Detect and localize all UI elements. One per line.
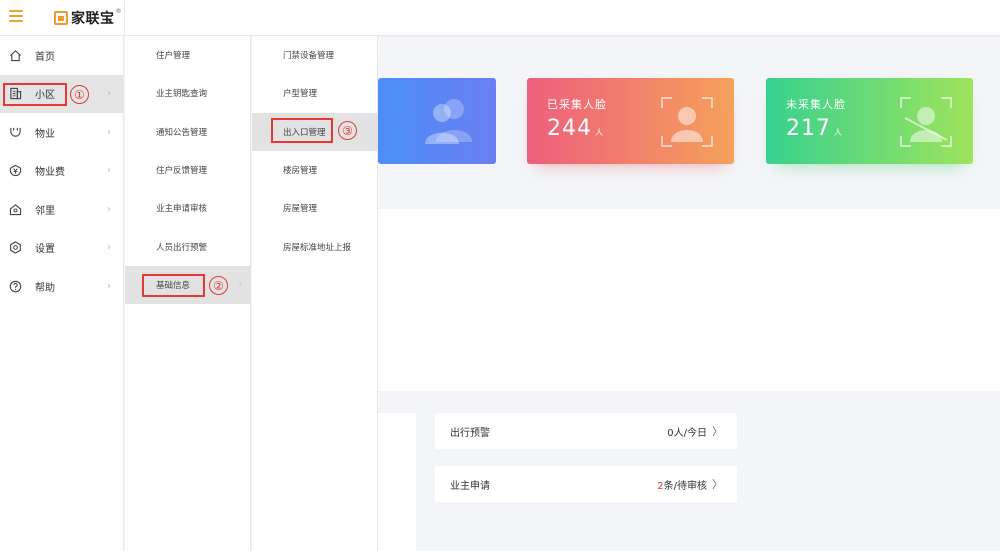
chevron-right-icon: › bbox=[107, 126, 111, 138]
chevron-right-icon: › bbox=[107, 203, 111, 215]
submenu-item-resident-management[interactable]: 住户管理 bbox=[125, 36, 250, 74]
stat-card-value: 244 人 bbox=[547, 116, 604, 141]
sidebar-item-neighbor[interactable]: 邻里 › bbox=[0, 190, 123, 229]
sidebar-item-property-fee[interactable]: 物业费 › bbox=[0, 152, 123, 191]
submenu-item-unit-type[interactable]: 户型管理 bbox=[252, 74, 377, 112]
sidebar-item-community[interactable]: 小区 › bbox=[0, 74, 123, 113]
submenu-item-travel-warning[interactable]: 人员出行预警 bbox=[125, 227, 250, 265]
submenu-item-label: 楼房管理 bbox=[283, 166, 318, 177]
settings-icon bbox=[8, 241, 22, 255]
submenu-item-label: 住户管理 bbox=[156, 51, 191, 62]
chevron-right-icon: › bbox=[238, 279, 242, 290]
annotation-step-3: ③ bbox=[338, 121, 357, 140]
stat-card-title: 未采集人脸 bbox=[786, 98, 846, 111]
sidebar-item-home[interactable]: 首页 bbox=[0, 36, 123, 75]
pending-suffix: 条/待审核 bbox=[663, 480, 707, 492]
submenu-item-access-device[interactable]: 门禁设备管理 bbox=[252, 36, 377, 74]
submenu-item-label: 基础信息 bbox=[156, 280, 191, 291]
chevron-right-icon: 〉 bbox=[712, 425, 723, 438]
owner-apply-row[interactable]: 业主申请 2条/待审核 〉 bbox=[435, 466, 737, 502]
stat-card-total[interactable] bbox=[378, 78, 496, 164]
main-sidebar: 首页 小区 › 物业 › 物业费 › 邻里 › 设置 › 帮助 › bbox=[0, 36, 124, 551]
submenu-item-label: 业主申请审核 bbox=[156, 204, 208, 215]
submenu-item-owner-apply-review[interactable]: 业主申请审核 bbox=[125, 189, 250, 227]
community-icon bbox=[8, 87, 22, 101]
submenu-item-owner-key-query[interactable]: 业主钥匙查询 bbox=[125, 74, 250, 112]
content-panel bbox=[378, 209, 1000, 391]
neighbor-icon bbox=[8, 202, 22, 216]
stat-card-uncollected-faces[interactable]: 未采集人脸 217 人 bbox=[766, 78, 973, 164]
submenu-item-entrance-management[interactable]: 出入口管理 bbox=[252, 112, 377, 151]
owner-apply-value: 2条/待审核 bbox=[657, 477, 707, 492]
info-row-label: 业主申请 bbox=[450, 480, 490, 492]
uncollected-count: 217 bbox=[786, 116, 831, 141]
submenu-item-label: 门禁设备管理 bbox=[283, 51, 335, 62]
brand-house-icon bbox=[54, 11, 68, 25]
sidebar-item-label: 首页 bbox=[35, 51, 55, 63]
sidebar-item-label: 设置 bbox=[35, 244, 55, 256]
stat-unit: 人 bbox=[834, 128, 843, 137]
submenu-item-label: 通知公告管理 bbox=[156, 127, 208, 138]
submenu-item-label: 住户反馈管理 bbox=[156, 166, 208, 177]
sidebar-item-label: 物业费 bbox=[35, 167, 65, 179]
top-bar: 家联宝 ® bbox=[0, 0, 1000, 36]
submenu-item-label: 户型管理 bbox=[283, 89, 318, 100]
menu-toggle-icon[interactable] bbox=[9, 10, 23, 22]
brand-registered-mark: ® bbox=[115, 7, 122, 15]
submenu-item-label: 人员出行预警 bbox=[156, 242, 208, 253]
chevron-right-icon: › bbox=[107, 242, 111, 254]
info-row-label: 出行预警 bbox=[450, 427, 490, 439]
basic-info-submenu: 门禁设备管理 户型管理 出入口管理 楼房管理 房屋管理 房屋标准地址上报 bbox=[252, 36, 378, 551]
home-icon bbox=[8, 48, 22, 62]
travel-warning-row[interactable]: 出行预警 0人/今日 〉 bbox=[435, 413, 737, 449]
submenu-item-label: 出入口管理 bbox=[283, 127, 326, 138]
submenu-item-label: 房屋管理 bbox=[283, 204, 318, 215]
annotation-step-1: ① bbox=[70, 85, 89, 104]
submenu-item-house-management[interactable]: 房屋管理 bbox=[252, 189, 377, 227]
sidebar-item-settings[interactable]: 设置 › bbox=[0, 229, 123, 268]
travel-warning-value: 0人/今日 bbox=[667, 427, 707, 439]
top-bar-divider bbox=[124, 0, 125, 36]
collected-count: 244 bbox=[547, 116, 592, 141]
chevron-right-icon: › bbox=[107, 165, 111, 177]
face-unrecognized-icon bbox=[900, 97, 952, 147]
stat-card-title: 已采集人脸 bbox=[547, 98, 607, 111]
chevron-right-icon: › bbox=[107, 88, 111, 100]
community-submenu: 住户管理 业主钥匙查询 通知公告管理 住户反馈管理 业主申请审核 人员出行预警 … bbox=[125, 36, 251, 551]
annotation-step-2: ② bbox=[209, 276, 228, 295]
property-icon bbox=[8, 125, 22, 139]
users-icon bbox=[425, 99, 472, 144]
brand-name: 家联宝 bbox=[71, 11, 115, 27]
submenu-item-label: 业主钥匙查询 bbox=[156, 89, 208, 100]
sidebar-item-help[interactable]: 帮助 › bbox=[0, 267, 123, 306]
sidebar-item-label: 物业 bbox=[35, 128, 55, 140]
submenu-item-label: 房屋标准地址上报 bbox=[283, 242, 352, 253]
sidebar-item-label: 帮助 bbox=[35, 282, 55, 294]
property-fee-icon bbox=[8, 164, 22, 178]
submenu-item-address-report[interactable]: 房屋标准地址上报 bbox=[252, 227, 377, 265]
help-icon bbox=[8, 279, 22, 293]
sidebar-item-label: 小区 bbox=[35, 90, 55, 102]
sidebar-item-property[interactable]: 物业 › bbox=[0, 113, 123, 152]
stat-unit: 人 bbox=[595, 128, 604, 137]
chevron-right-icon: 〉 bbox=[712, 478, 723, 491]
brand-logo: 家联宝 ® bbox=[54, 8, 122, 28]
submenu-item-building-management[interactable]: 楼房管理 bbox=[252, 151, 377, 189]
sidebar-item-label: 邻里 bbox=[35, 205, 55, 217]
face-recognized-icon bbox=[661, 97, 713, 147]
submenu-item-resident-feedback[interactable]: 住户反馈管理 bbox=[125, 151, 250, 189]
stat-card-value: 217 人 bbox=[786, 116, 843, 141]
summary-left-panel bbox=[378, 413, 416, 551]
submenu-item-basic-info[interactable]: 基础信息 › bbox=[125, 265, 250, 305]
chevron-right-icon: › bbox=[107, 280, 111, 292]
submenu-item-notice-management[interactable]: 通知公告管理 bbox=[125, 113, 250, 151]
stat-card-collected-faces[interactable]: 已采集人脸 244 人 bbox=[527, 78, 734, 164]
